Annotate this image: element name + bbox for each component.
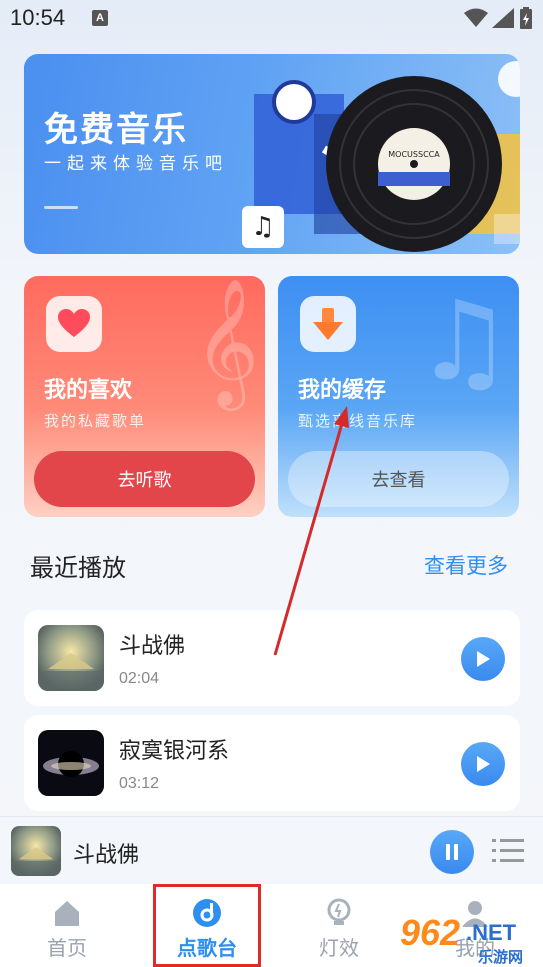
wifi-icon xyxy=(464,8,488,27)
view-button[interactable]: 去查看 xyxy=(288,451,509,507)
song-duration: 03:12 xyxy=(119,775,160,792)
listen-button[interactable]: 去听歌 xyxy=(34,451,255,507)
view-more-link[interactable]: 查看更多 xyxy=(424,550,508,580)
status-bar: 10:54 A xyxy=(0,0,543,38)
nav-item-home[interactable]: 首页 xyxy=(12,884,122,967)
watermark-subtitle: 乐游网 xyxy=(478,948,524,966)
banner-title: 免费音乐 xyxy=(44,110,188,150)
pause-button[interactable] xyxy=(430,830,474,874)
nav-label-home: 首页 xyxy=(47,936,87,960)
song-title: 斗战佛 xyxy=(119,634,186,659)
nav-item-light-effects[interactable]: 灯效 xyxy=(284,884,394,967)
treble-clef-decoration: 𝄞 xyxy=(193,277,259,405)
watermark-suffix: .NET xyxy=(466,920,517,945)
play-button[interactable] xyxy=(461,742,505,786)
song-title: 寂寞银河系 xyxy=(119,739,230,764)
banner-subtitle: 一起来体验音乐吧 xyxy=(44,154,228,174)
play-button[interactable] xyxy=(461,637,505,681)
song-duration: 02:04 xyxy=(119,670,160,687)
mini-player-title: 斗战佛 xyxy=(73,843,140,868)
song-row[interactable]: 寂寞银河系 03:12 xyxy=(24,715,520,811)
watermark-logo: 962 xyxy=(400,912,461,953)
heart-icon xyxy=(46,296,102,352)
download-icon xyxy=(300,296,356,352)
favorites-subtitle: 我的私藏歌单 xyxy=(44,412,147,430)
banner-indicator xyxy=(44,206,78,209)
promo-banner[interactable]: 免费音乐 一起来体验音乐吧 MOCUSSCCA ♫ xyxy=(24,54,520,254)
cache-subtitle: 甄选离线音乐库 xyxy=(298,412,418,430)
status-time: 10:54 xyxy=(10,5,66,30)
pause-icon xyxy=(446,844,458,860)
vinyl-record-illustration: MOCUSSCCA xyxy=(254,61,520,252)
favorites-title: 我的喜欢 xyxy=(44,378,133,403)
mini-player[interactable]: 斗战佛 xyxy=(0,816,543,884)
playlist-icon[interactable] xyxy=(492,837,524,865)
site-watermark: 962 .NET 乐游网 xyxy=(400,912,543,967)
cache-title: 我的缓存 xyxy=(298,378,387,403)
music-note-decoration: ♫ xyxy=(414,277,513,405)
home-icon xyxy=(55,901,79,926)
mini-player-cover xyxy=(11,826,61,876)
signal-icon xyxy=(492,8,514,28)
favorites-card[interactable]: 𝄞 我的喜欢 我的私藏歌单 去听歌 xyxy=(24,276,265,517)
nav-label-light-effects: 灯效 xyxy=(319,936,359,960)
play-icon xyxy=(477,756,490,772)
play-icon xyxy=(477,651,490,667)
song-cover xyxy=(38,625,104,691)
song-row[interactable]: 斗战佛 02:04 xyxy=(24,610,520,706)
notification-icon: A xyxy=(92,10,108,26)
record-label: MOCUSSCCA xyxy=(388,150,440,159)
song-cover xyxy=(38,730,104,796)
cache-card[interactable]: ♫ 我的缓存 甄选离线音乐库 去查看 xyxy=(278,276,519,517)
music-note-icon: ♫ xyxy=(242,206,284,248)
annotation-highlight-box xyxy=(153,884,261,967)
bulb-icon xyxy=(327,898,351,925)
battery-icon xyxy=(520,7,532,29)
recent-section-title: 最近播放 xyxy=(30,554,126,582)
